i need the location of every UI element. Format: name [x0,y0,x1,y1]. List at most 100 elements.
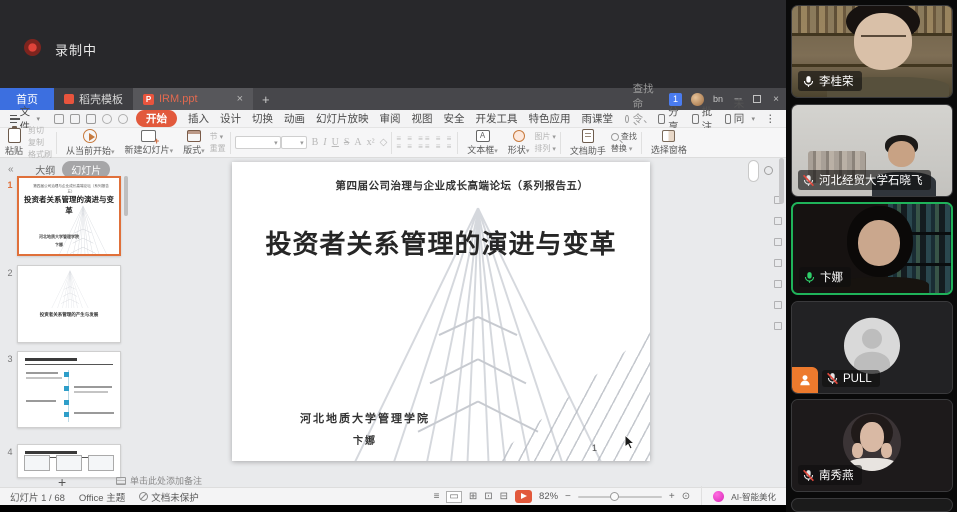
bullet-list-button[interactable]: ≡ ≡ ≡ [396,135,424,142]
ribbon-tab-insert[interactable]: 插入 [188,111,209,126]
ai-assistant-icon[interactable] [713,491,724,502]
layout-button[interactable]: 版式▾ [178,128,210,157]
color-scheme-icon[interactable] [774,238,782,246]
more-menu-button[interactable]: ⋮ [765,113,776,125]
paste-button[interactable]: 粘贴 [0,128,28,157]
slide-author-text[interactable]: 卞娜 [280,432,450,447]
participant-tile-nanxiuyan[interactable]: 南秀燕 [791,399,953,492]
slide-subtitle-text[interactable]: 第四届公司治理与企业成长高端论坛（系列报告五） [282,178,642,193]
replace-button[interactable]: 替换▾ [611,143,637,154]
gear-icon[interactable] [764,166,773,175]
participant-tile-ligui rong[interactable]: 李桂荣 [791,5,953,98]
textbox-button[interactable]: A 文本框▾ [462,128,503,157]
print-icon[interactable] [70,114,80,124]
slide-organization-text[interactable]: 河北地质大学管理学院 [280,410,450,426]
font-name-select[interactable]: ▾ [235,136,281,149]
indent-buttons[interactable]: ≡ ≡ ≡ [425,135,453,142]
bold-button[interactable]: B [312,137,319,148]
zoom-out-button[interactable]: − [565,492,571,502]
redo-icon[interactable] [118,114,128,124]
font-size-select[interactable]: ▾ [281,136,307,149]
slide-thumbnail-4[interactable] [17,444,121,478]
tab-outline[interactable]: 大纲 [35,162,55,177]
zoom-slider-knob[interactable] [610,492,619,501]
participant-tile-bianna-speaking[interactable]: 卞娜 [791,202,953,295]
clipart-pane-icon[interactable] [774,280,782,288]
notes-placeholder[interactable]: 单击此处添加备注 [116,474,202,487]
ribbon-tab-rain-classroom[interactable]: 雨课堂 [582,111,614,126]
italic-button[interactable]: I [323,137,326,148]
slide-title-text[interactable]: 投资者关系管理的演进与变革 [232,224,650,261]
undo-icon[interactable] [102,114,112,124]
scrollbar-handle[interactable] [748,160,759,182]
document-protection[interactable]: 文档未保护 [139,490,199,504]
strikethrough-button[interactable]: S [344,137,350,148]
ribbon-tab-home[interactable]: 开始 [136,110,177,127]
slide-thumbnail-3[interactable] [17,351,121,428]
align-buttons[interactable]: ≡ ≡ ≡ [396,143,424,150]
ribbon-tab-animation[interactable]: 动画 [284,111,305,126]
notes-toggle-icon[interactable]: ≡ [434,492,440,502]
ribbon-tab-slideshow[interactable]: 幻灯片放映 [316,111,369,126]
shape-button[interactable]: 形状▾ [503,128,535,157]
participant-tile-shixiaofei[interactable]: 河北经贸大学石晓飞 [791,104,953,197]
ai-assistant-label[interactable]: AI-智能美化 [731,491,776,503]
ribbon-tab-design[interactable]: 设计 [220,111,241,126]
slide-canvas[interactable]: 第四届公司治理与企业成长高端论坛（系列报告五） 投资者关系管理的演进与变革 河北… [232,162,650,461]
theme-name[interactable]: Office 主题 [79,490,125,504]
ribbon-tab-review[interactable]: 审阅 [380,111,401,126]
more-pane-icon[interactable] [774,322,782,330]
participant-tile-pull[interactable]: PULL [791,301,953,394]
cut-button[interactable]: 剪切 [28,125,52,136]
picture-button[interactable]: 图片▾ [534,131,556,142]
ribbon-tab-transition[interactable]: 切换 [252,111,273,126]
animation-pane-icon[interactable] [774,217,782,225]
divider [560,132,561,154]
copy-button[interactable]: 复制 [28,137,52,148]
collapse-panel-button[interactable]: « [0,164,14,175]
help-pane-icon[interactable] [774,301,782,309]
slideshow-view-icon[interactable]: ⊟ [500,492,508,502]
fit-to-window-icon[interactable]: ⊙ [682,492,690,502]
participant-tile-partial[interactable] [791,498,953,512]
tab-document-irm-ppt[interactable]: P IRM.ppt × [133,88,253,110]
new-slide-button[interactable]: 新建幻灯片▾ [120,128,179,157]
zoom-slider[interactable] [578,496,662,498]
wps-window: 首页 稻壳模板 P IRM.ppt × + 1 bn ─ [0,88,786,505]
underline-button[interactable]: U [332,137,339,148]
zoom-value[interactable]: 82% [539,491,558,502]
vertical-scrollbar[interactable] [779,158,784,204]
play-from-current-button[interactable]: 从当前开始▾ [61,128,120,157]
arrange-button[interactable]: 排列▾ [534,143,556,154]
find-button[interactable]: 查找 [611,131,637,142]
slide-thumbnail-1[interactable]: 第四届公司治理与企业成长高端论坛（系列报告五） 投资者关系管理的演进与变革 河北… [17,176,121,256]
spacing-buttons[interactable]: ≡ ≡ ≡ [425,143,453,150]
reading-view-icon[interactable]: ⊡ [484,492,492,502]
slide-sorter-icon[interactable]: ⊞ [469,492,477,502]
font-color-button[interactable]: A [354,137,361,148]
chart-pane-icon[interactable] [774,259,782,267]
ribbon-tab-devtools[interactable]: 开发工具 [476,111,518,126]
close-tab-icon[interactable]: × [237,93,243,105]
tab-slides[interactable]: 幻灯片 [62,161,110,178]
normal-view-icon[interactable]: ▭ [446,491,461,503]
selection-pane-button[interactable]: 选择窗格 [646,128,692,157]
chevron-down-icon: ▾ [37,115,41,123]
ribbon-tab-special-apps[interactable]: 特色应用 [529,111,571,126]
new-tab-button[interactable]: + [253,88,279,110]
superscript-button[interactable]: x² [367,137,375,148]
reset-button[interactable]: 重置 [210,143,226,154]
ribbon-tab-security[interactable]: 安全 [444,111,465,126]
doc-assistant-button[interactable]: 文档助手 [565,128,611,157]
save-icon[interactable] [54,114,64,124]
zoom-in-button[interactable]: + [669,492,675,502]
slide-thumbnail-2[interactable]: 投资者关系管理的产生与发展 [17,265,121,343]
text-bar [74,412,114,414]
section-button[interactable]: 节▾ [210,131,226,142]
play-slideshow-button[interactable] [515,490,532,503]
print-preview-icon[interactable] [86,114,96,124]
tab-docer-templates[interactable]: 稻壳模板 [54,88,133,110]
ribbon-tab-view[interactable]: 视图 [412,111,433,126]
panel-scrollbar[interactable] [124,176,128,216]
clear-format-button[interactable]: ◇ [380,137,388,148]
